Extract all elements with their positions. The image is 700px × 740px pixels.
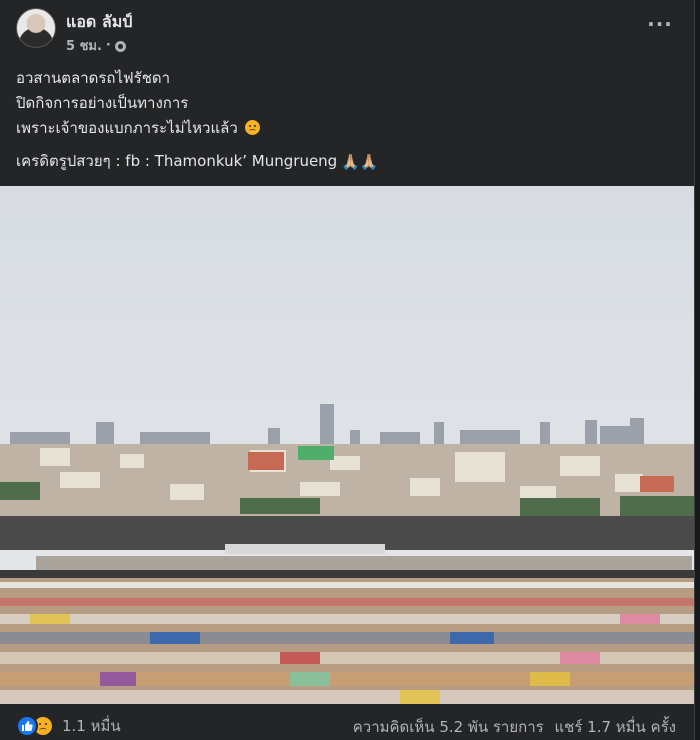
post-meta: 5 ชม. · [66,35,126,56]
photo-credit: เครดิตรูปสวยๆ : fb : Thamonkuk’ Mungruen… [16,149,676,175]
market-rooftop-image [0,186,694,704]
comments-count[interactable]: ความคิดเห็น 5.2 พัน รายการ [353,718,544,736]
globe-icon [114,41,126,52]
engagement-stats: ความคิดเห็น 5.2 พัน รายการ แชร์ 1.7 หมื่… [347,715,676,739]
reaction-count[interactable]: 1.1 หมื่น [62,714,121,738]
post-line: เพราะเจ้าของแบกภาระไม่ไหวแล้ว [16,116,676,141]
praying-hands-icon: 🙏🏼🙏🏼 [341,153,379,171]
more-options-icon[interactable]: ··· [644,14,676,38]
post-card: แอด ลัมป์ 5 ชม. · ··· อวสานตลาดรถไฟรัชดา… [0,0,695,740]
like-icon [16,715,38,737]
sad-emoji-icon [244,120,260,135]
post-line: ปิดกิจการอย่างเป็นทางการ [16,94,189,112]
shares-count[interactable]: แชร์ 1.7 หมื่น ครั้ง [554,718,676,736]
post-photo[interactable] [0,186,694,704]
post-time[interactable]: 5 ชม. [66,35,102,56]
post-footer: 1.1 หมื่น ความคิดเห็น 5.2 พัน รายการ แชร… [16,712,676,739]
author-avatar[interactable] [16,8,56,48]
meta-separator: · [105,38,111,53]
post-line: อวสานตลาดรถไฟรัชดา [16,69,171,87]
author-name[interactable]: แอด ลัมป์ [66,10,132,35]
reactions-summary[interactable]: 1.1 หมื่น [16,714,121,738]
post-header: แอด ลัมป์ 5 ชม. · ··· [16,8,676,54]
post-text: อวสานตลาดรถไฟรัชดา ปิดกิจการอย่างเป็นทาง… [16,66,676,175]
